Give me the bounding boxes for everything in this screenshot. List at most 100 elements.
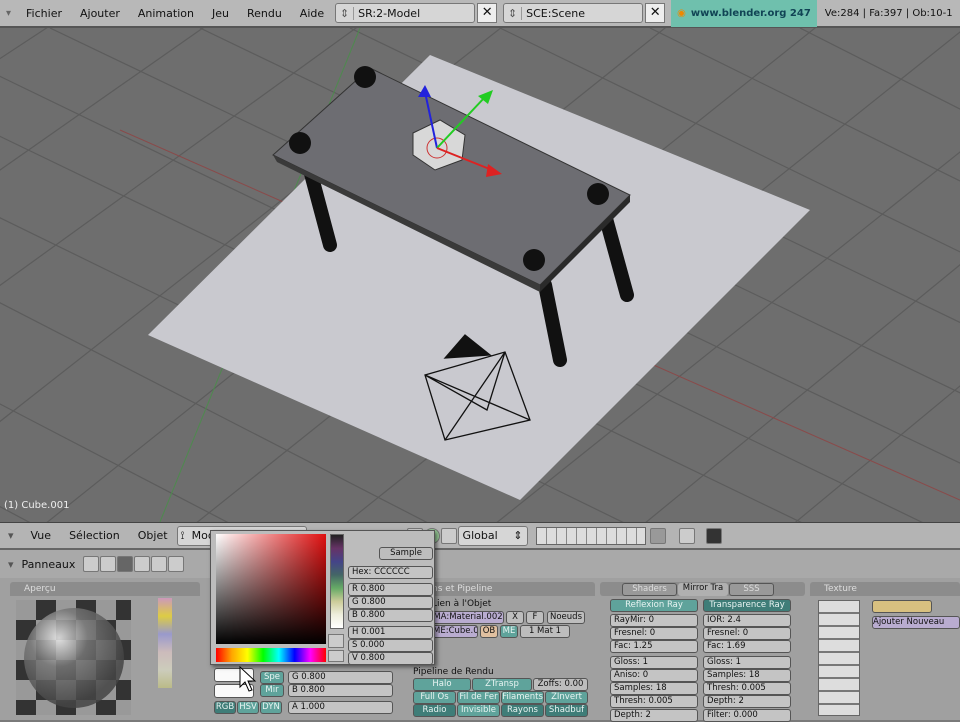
transp-field[interactable]: Fresnel: 0	[703, 627, 791, 640]
preview-panel: Aperçu	[10, 582, 200, 596]
rgb-mode-button[interactable]: RGB	[214, 701, 236, 714]
wire-button[interactable]: Fil de Fer	[457, 691, 500, 704]
render-preview-icon[interactable]	[678, 527, 695, 544]
saturation-value-square[interactable]	[216, 534, 326, 644]
menu-aide[interactable]: Aide	[291, 7, 333, 20]
menu-selection[interactable]: Sélection	[60, 529, 129, 542]
shadbuf-button[interactable]: Shadbuf	[545, 704, 588, 717]
collapse-arrow-icon[interactable]: ▾	[0, 529, 22, 542]
transp-field[interactable]: Filter: 0.000	[703, 709, 791, 722]
render-icon[interactable]	[705, 527, 722, 544]
mirror-field[interactable]: Depth: 2	[610, 709, 698, 722]
mir-button[interactable]: Mir	[260, 684, 284, 697]
transp-field[interactable]: Depth: 2	[703, 695, 791, 708]
halo-button[interactable]: Halo	[413, 678, 471, 691]
mirror-field[interactable]: Aniso: 0	[610, 669, 698, 682]
collapse-arrow-icon[interactable]: ▾	[0, 8, 17, 19]
alpha-slider[interactable]: A 1.000	[288, 701, 393, 714]
menu-vue[interactable]: Vue	[22, 529, 61, 542]
unlink-material-button[interactable]: X	[506, 611, 524, 624]
mirror-field[interactable]: Samples: 18	[610, 682, 698, 695]
ray-mirror-toggle[interactable]: Reflexion Ray	[610, 599, 698, 612]
script-context-icon[interactable]	[100, 556, 117, 572]
me-button[interactable]: ME	[500, 625, 518, 638]
collapse-arrow-icon[interactable]: ▾	[0, 558, 22, 571]
mirror-field[interactable]: Gloss: 1	[610, 656, 698, 669]
add-new-texture-button[interactable]: Ajouter Nouveau	[872, 616, 960, 629]
rays-button[interactable]: Rayons	[501, 704, 544, 717]
transp-field[interactable]: Gloss: 1	[703, 656, 791, 669]
menu-fichier[interactable]: Fichier	[17, 7, 71, 20]
zoffs-field[interactable]: Zoffs: 0.00	[533, 678, 588, 691]
invisible-button[interactable]: Invisible	[457, 704, 500, 717]
transp-field[interactable]: Samples: 18	[703, 669, 791, 682]
b-slider[interactable]: B 0.800	[288, 684, 393, 697]
menu-animation[interactable]: Animation	[129, 7, 203, 20]
h-slider[interactable]: H 0.001	[348, 626, 433, 639]
3d-viewport[interactable]	[0, 28, 960, 522]
menu-rendu[interactable]: Rendu	[238, 7, 291, 20]
logic-context-icon[interactable]	[83, 556, 100, 572]
mirror-field[interactable]: RayMir: 0	[610, 614, 698, 627]
r-slider[interactable]: R 0.800	[348, 583, 433, 596]
transp-field[interactable]: Fac: 1.69	[703, 640, 791, 653]
v-slider[interactable]: V 0.800	[348, 652, 433, 665]
scene-context-icon[interactable]	[168, 556, 185, 572]
menu-objet[interactable]: Objet	[129, 529, 177, 542]
screen-name[interactable]: SR:2-Model	[354, 7, 474, 20]
orientation-selector[interactable]: Global ⇕	[457, 525, 528, 546]
nodes-button[interactable]: Noeuds	[547, 611, 585, 624]
b-slider[interactable]: B 0.800	[348, 609, 433, 622]
tab-sss[interactable]: SSS	[729, 583, 774, 596]
dyn-mode-button[interactable]: DYN	[260, 701, 282, 714]
mirror-field[interactable]: Fac: 1.25	[610, 640, 698, 653]
hex-field[interactable]: Hex: CCCCCC	[348, 566, 433, 579]
ray-transp-toggle[interactable]: Transparence Ray	[703, 599, 791, 612]
editing-context-icon[interactable]	[151, 556, 168, 572]
spe-button[interactable]: Spe	[260, 671, 284, 684]
s-slider[interactable]: S 0.000	[348, 639, 433, 652]
scene-name[interactable]: SCE:Scene	[522, 7, 642, 20]
lock-icon[interactable]	[649, 527, 666, 544]
tab-mirror-transp[interactable]: Mirror Tra	[678, 583, 728, 596]
strands-button[interactable]: Filaments	[501, 691, 544, 704]
mirror-field[interactable]: Fresnel: 0	[610, 627, 698, 640]
hue-bar[interactable]	[216, 648, 326, 662]
mat-index-field[interactable]: 1 Mat 1	[520, 625, 570, 638]
fake-user-button[interactable]: F	[526, 611, 544, 624]
radio-button[interactable]: Radio	[413, 704, 456, 717]
ob-button[interactable]: OB	[480, 625, 498, 638]
scene-canvas[interactable]	[0, 28, 960, 522]
menu-jeu[interactable]: Jeu	[203, 7, 238, 20]
zinvert-button[interactable]: ZInvert	[545, 691, 588, 704]
mesh-name-field[interactable]: ME:Cube.001	[432, 625, 478, 638]
menu-ajouter[interactable]: Ajouter	[71, 7, 129, 20]
layer-buttons[interactable]	[535, 526, 646, 545]
color-picker-popup[interactable]: Sample Hex: CCCCCC R 0.800 G 0.800 B 0.8…	[210, 530, 435, 665]
ztransp-button[interactable]: ZTransp	[472, 678, 532, 691]
delete-scene-button[interactable]: ✕	[645, 3, 666, 23]
transp-field[interactable]: Thresh: 0.005	[703, 682, 791, 695]
hsv-mode-button[interactable]: HSV	[237, 701, 259, 714]
preview-type-buttons[interactable]	[158, 598, 172, 688]
sample-button[interactable]: Sample	[379, 547, 433, 560]
scene-selector[interactable]: ⇕ SCE:Scene	[503, 3, 644, 23]
delete-screen-button[interactable]: ✕	[477, 3, 498, 23]
object-context-icon[interactable]	[134, 556, 151, 572]
manipulator-mode-icon[interactable]	[440, 527, 457, 544]
shading-context-icon[interactable]	[117, 556, 134, 572]
panels-label: Panneaux	[21, 557, 76, 571]
tab-shaders[interactable]: Shaders	[622, 583, 677, 596]
screen-selector[interactable]: ⇕ SR:2-Model	[335, 3, 476, 23]
transp-field[interactable]: IOR: 2.4	[703, 614, 791, 627]
texture-channel-buttons[interactable]	[872, 600, 932, 613]
fullosa-button[interactable]: Full Os	[413, 691, 456, 704]
texture-channel-list[interactable]	[818, 600, 860, 716]
color-palette[interactable]	[330, 534, 344, 629]
g-slider[interactable]: G 0.800	[348, 596, 433, 609]
material-name-field[interactable]: MA:Material.002	[432, 611, 504, 624]
preview-title: Aperçu	[10, 582, 200, 596]
active-object-label: (1) Cube.001	[4, 500, 70, 511]
mirror-field[interactable]: Thresh: 0.005	[610, 695, 698, 708]
g-slider[interactable]: G 0.800	[288, 671, 393, 684]
